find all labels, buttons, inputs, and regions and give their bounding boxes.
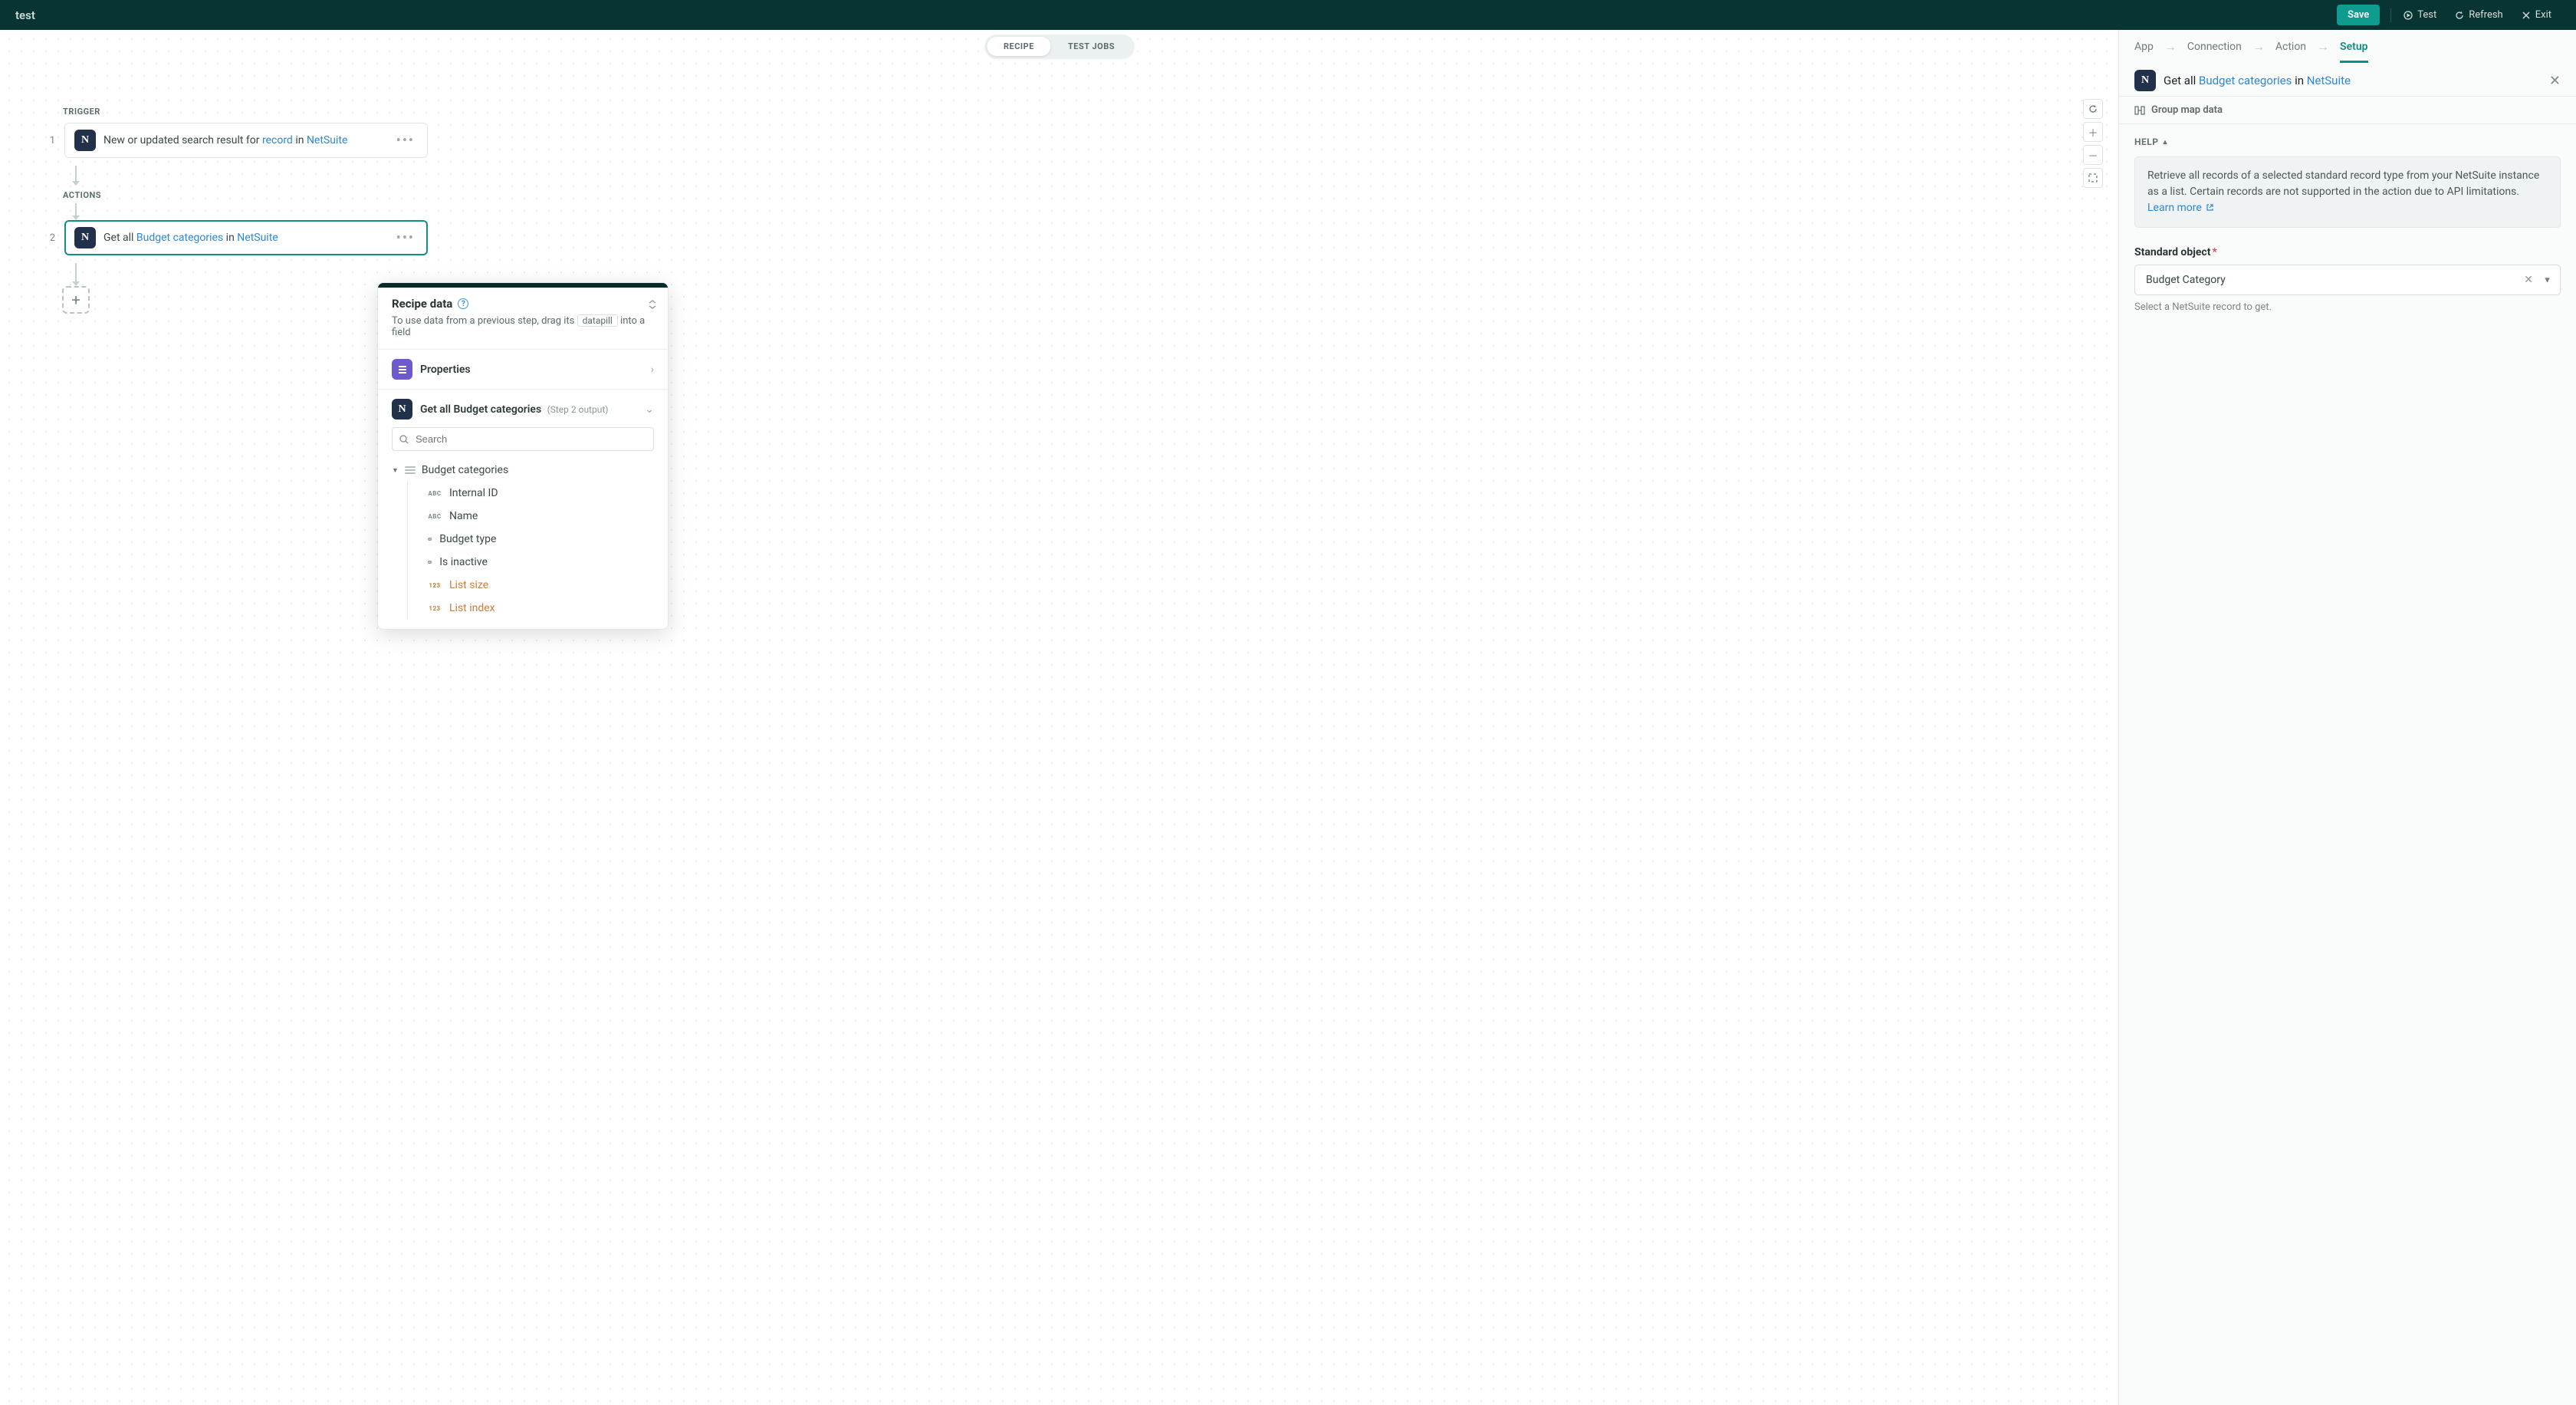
map-icon <box>2134 105 2145 116</box>
recipe-data-subtitle: To use data from a previous step, drag i… <box>392 315 654 338</box>
help-icon[interactable]: ? <box>458 298 468 309</box>
refresh-icon <box>2455 11 2464 20</box>
recipe-data-panel: Recipe data ? To use data from a previou… <box>377 282 669 630</box>
netsuite-icon: N <box>74 227 96 248</box>
reset-view-button[interactable] <box>2083 99 2103 119</box>
help-toggle[interactable]: HELP ▴ <box>2134 137 2561 147</box>
close-icon <box>2522 11 2531 20</box>
group-map-data-button[interactable]: Group map data <box>2119 97 2576 124</box>
zoom-in-button[interactable]: ＋ <box>2083 122 2103 142</box>
setup-breadcrumb: App → Connection → Action → Setup <box>2119 30 2576 64</box>
tab-test-jobs[interactable]: TEST JOBS <box>1051 37 1132 56</box>
datapill-item[interactable]: 123 List size <box>426 574 654 597</box>
step-number: 2 <box>44 232 55 244</box>
field-hint: Select a NetSuite record to get. <box>2134 301 2561 313</box>
search-icon <box>399 434 409 445</box>
add-step-button[interactable]: + <box>62 286 90 314</box>
action-step-card[interactable]: N Get all Budget categories in NetSuite … <box>64 220 428 255</box>
save-button[interactable]: Save <box>2337 5 2380 25</box>
chevron-right-icon: › <box>651 364 654 376</box>
chevron-down-icon: ▼ <box>392 466 399 475</box>
fit-icon <box>2088 173 2098 183</box>
exit-button[interactable]: Exit <box>2512 5 2561 25</box>
datapill-item[interactable]: ABC Internal ID <box>426 482 654 505</box>
nav-action[interactable]: Action <box>2275 41 2306 53</box>
standard-object-select[interactable]: Budget Category <box>2134 265 2561 295</box>
nav-app[interactable]: App <box>2134 41 2154 53</box>
mode-tabs: RECIPE TEST JOBS <box>984 35 1134 58</box>
help-box: Retrieve all records of a selected stand… <box>2134 156 2561 228</box>
type-ref-icon: ⚭ <box>426 558 433 568</box>
datapill-item[interactable]: 123 List index <box>426 597 654 620</box>
type-string-icon: ABC <box>426 490 443 497</box>
step-menu-button[interactable]: ••• <box>393 133 418 149</box>
netsuite-icon: N <box>74 130 96 151</box>
step-menu-button[interactable]: ••• <box>393 230 418 246</box>
search-input[interactable] <box>392 427 654 451</box>
netsuite-icon: N <box>2134 70 2156 91</box>
clear-button[interactable]: ✕ <box>2524 274 2533 286</box>
trigger-step-card[interactable]: N New or updated search result for recor… <box>64 123 428 158</box>
step-output-row[interactable]: N Get all Budget categories (Step 2 outp… <box>392 399 654 420</box>
learn-more-link[interactable]: Learn more <box>2147 202 2214 214</box>
datapill-item[interactable]: ABC Name <box>426 505 654 528</box>
chevron-down-icon: ⌄ <box>645 403 654 416</box>
properties-icon <box>392 359 412 380</box>
external-link-icon <box>2206 203 2214 212</box>
actions-section-label: ACTIONS <box>63 190 428 200</box>
type-string-icon: ABC <box>426 513 443 520</box>
properties-row[interactable]: Properties › <box>392 359 654 380</box>
type-number-icon: 123 <box>426 605 443 612</box>
recipe-data-title: Recipe data ? <box>392 297 654 311</box>
panel-title: Get all Budget categories in NetSuite <box>2164 74 2351 87</box>
recipe-title: test <box>15 8 35 22</box>
chevron-up-icon: ▴ <box>2163 138 2167 146</box>
tree-group[interactable]: ▼ Budget categories <box>392 459 654 482</box>
refresh-button[interactable]: Refresh <box>2446 5 2512 25</box>
type-number-icon: 123 <box>426 582 443 589</box>
nav-connection[interactable]: Connection <box>2187 41 2242 53</box>
fit-view-button[interactable] <box>2083 168 2103 188</box>
type-ref-icon: ⚭ <box>426 535 433 545</box>
field-label: Standard object* <box>2134 246 2217 258</box>
undo-icon <box>2088 104 2098 114</box>
step-number: 1 <box>44 135 55 146</box>
nav-setup[interactable]: Setup <box>2340 41 2367 53</box>
netsuite-icon: N <box>392 399 412 420</box>
step-description: Get all Budget categories in NetSuite <box>104 232 278 244</box>
chevron-right-icon: → <box>2252 39 2265 54</box>
chevron-down-icon: ▼ <box>2543 275 2551 285</box>
test-button[interactable]: Test <box>2394 5 2446 25</box>
list-icon <box>405 466 416 474</box>
datapill-item[interactable]: ⚭ Is inactive <box>426 551 654 574</box>
datapill-item[interactable]: ⚭ Budget type <box>426 528 654 551</box>
play-icon <box>2404 11 2413 20</box>
tab-recipe[interactable]: RECIPE <box>987 37 1051 56</box>
step-description: New or updated search result for record … <box>104 134 347 146</box>
collapse-icon[interactable] <box>648 298 657 311</box>
trigger-section-label: TRIGGER <box>63 107 428 117</box>
chevron-right-icon: → <box>2317 39 2329 54</box>
zoom-out-button[interactable]: － <box>2083 145 2103 165</box>
close-button[interactable]: ✕ <box>2549 73 2561 89</box>
chevron-right-icon: → <box>2164 39 2177 54</box>
